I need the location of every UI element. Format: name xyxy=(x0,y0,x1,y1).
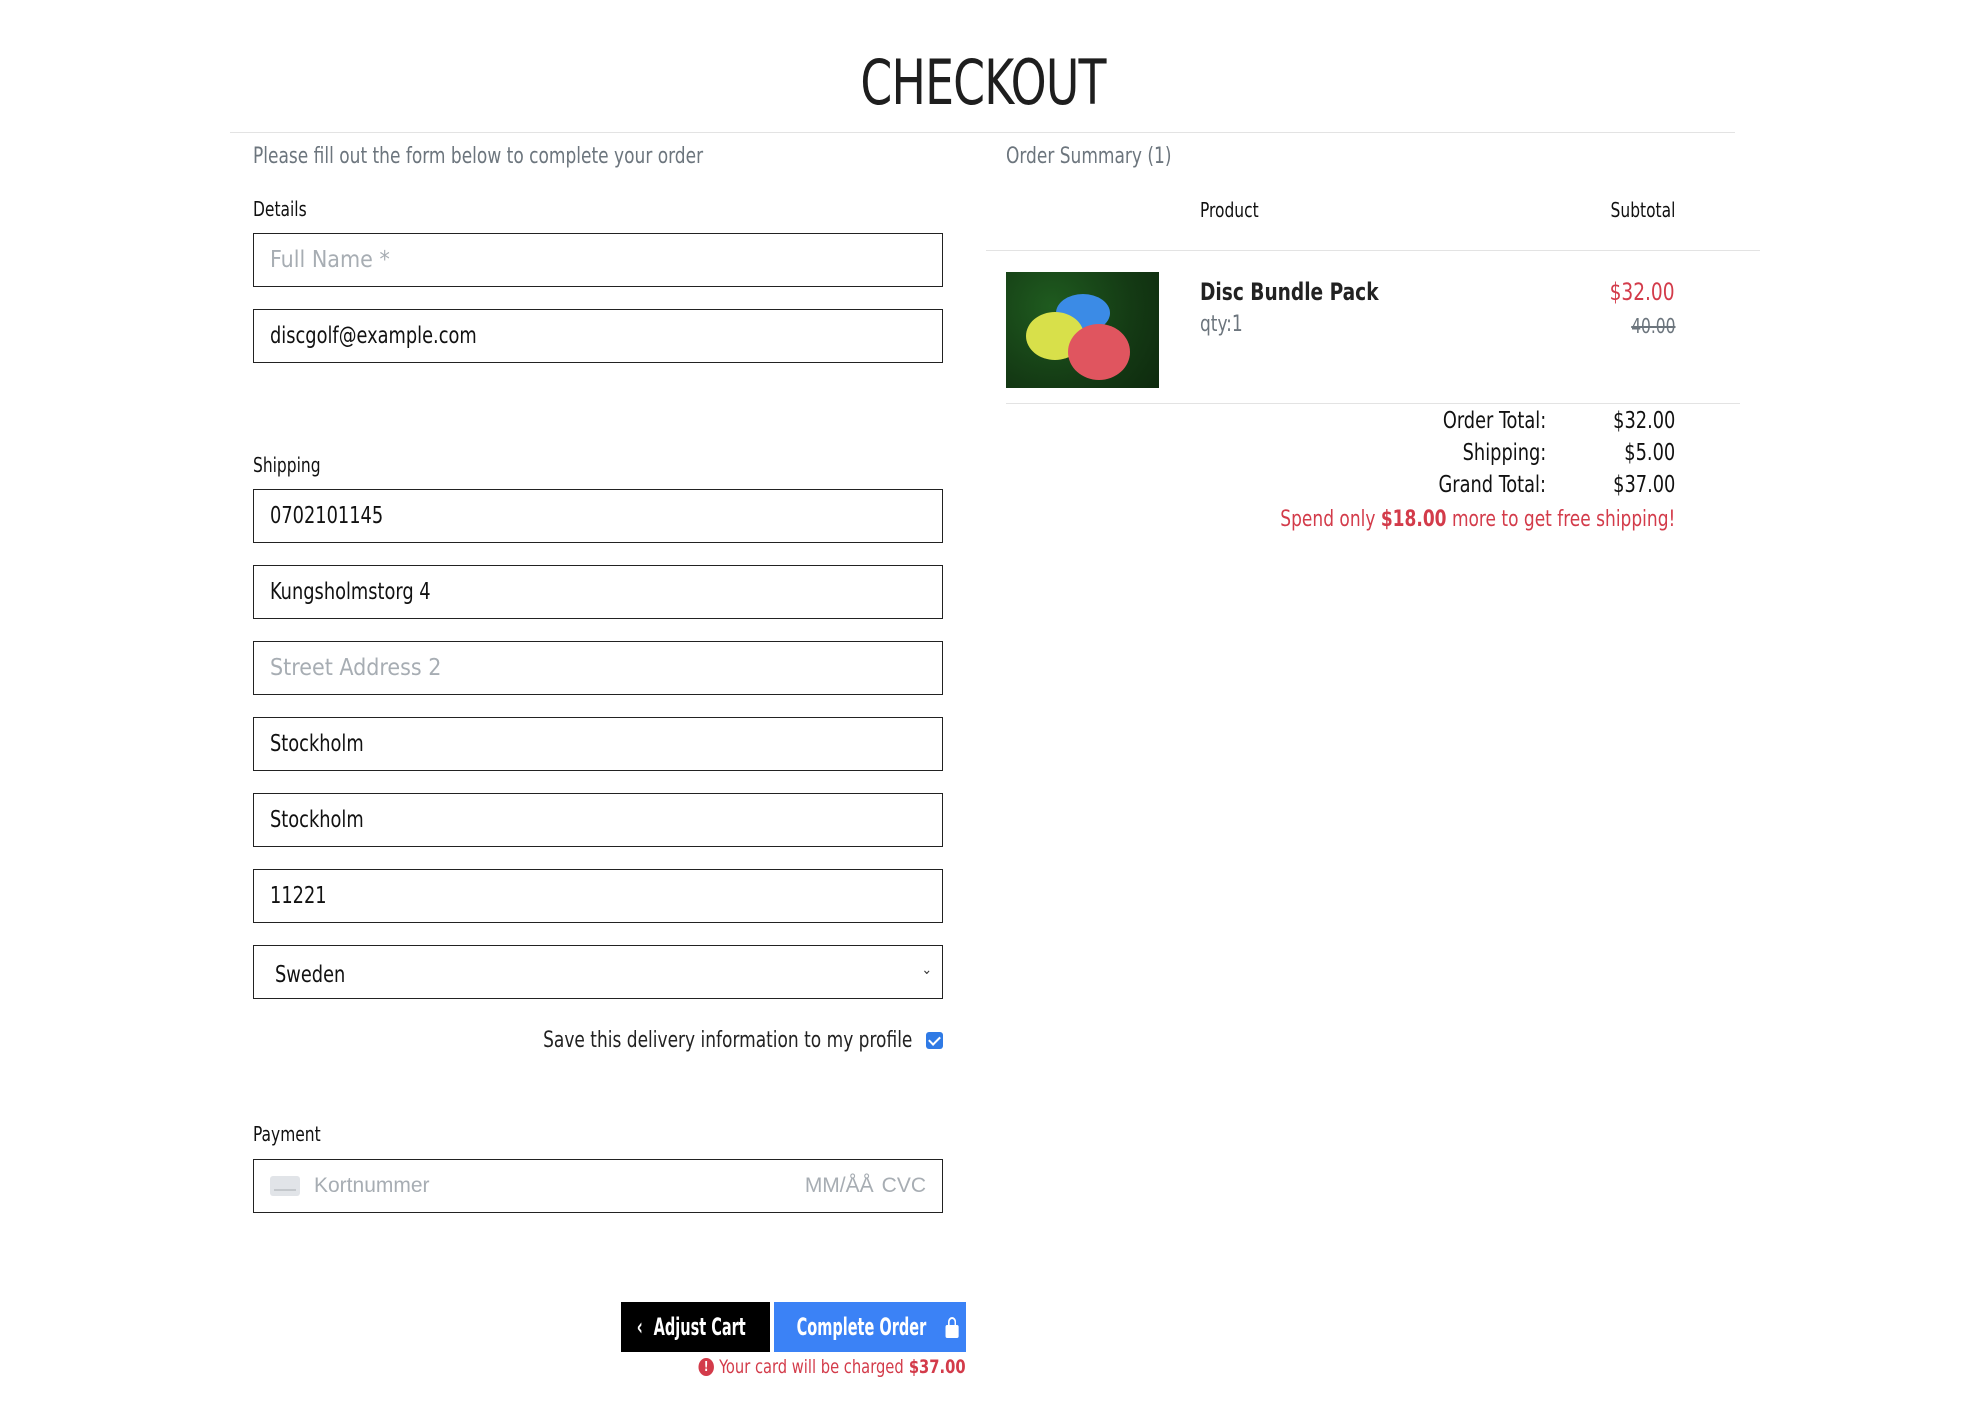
disc-red xyxy=(1068,324,1130,380)
charge-amount: $37.00 xyxy=(909,1356,966,1378)
email-value: discgolf@example.com xyxy=(270,323,477,349)
card-number-placeholder: Kortnummer xyxy=(314,1174,430,1197)
order-total-label: Order Total: xyxy=(1442,408,1546,434)
county-value: Stockholm xyxy=(270,807,364,833)
grand-total-label: Grand Total: xyxy=(1438,472,1546,498)
page-title: CHECKOUT xyxy=(860,46,1106,119)
product-image[interactable] xyxy=(1006,272,1159,388)
header-divider xyxy=(230,132,1735,133)
country-select[interactable]: Sweden ⌄ xyxy=(253,945,943,999)
adjust-cart-label: Adjust Cart xyxy=(653,1313,746,1341)
county-input[interactable]: Stockholm xyxy=(253,793,943,847)
details-label: Details xyxy=(253,197,307,221)
credit-card-icon xyxy=(270,1176,300,1196)
lock-icon xyxy=(945,1317,959,1338)
card-expiry-placeholder: MM/ÅÅ xyxy=(804,1174,874,1197)
order-summary-title: Order Summary (1) xyxy=(1006,144,1172,169)
chevron-down-icon: ⌄ xyxy=(921,962,932,978)
payment-label: Payment xyxy=(253,1122,321,1146)
product-name[interactable]: Disc Bundle Pack xyxy=(1200,278,1379,306)
product-column-header: Product xyxy=(1200,198,1259,222)
product-price: $32.00 xyxy=(1610,278,1675,306)
city-input[interactable]: Stockholm xyxy=(253,717,943,771)
shipping-cost-value: $5.00 xyxy=(1624,440,1675,466)
street-address-1-value: Kungsholmstorg 4 xyxy=(270,579,431,605)
order-total-value: $32.00 xyxy=(1612,408,1675,434)
charge-note: ! Your card will be charged $37.00 xyxy=(698,1356,966,1378)
alert-icon: ! xyxy=(698,1358,715,1376)
complete-order-label: Complete Order xyxy=(796,1313,926,1341)
product-qty: qty:1 xyxy=(1200,312,1243,337)
chevron-left-icon: ‹ xyxy=(636,1313,643,1341)
free-shipping-suffix: more to get free shipping! xyxy=(1451,507,1675,532)
charge-note-text: Your card will be charged xyxy=(719,1356,905,1378)
street-address-2-input[interactable] xyxy=(253,641,943,695)
full-name-input[interactable] xyxy=(253,233,943,287)
summary-items-divider xyxy=(1006,403,1740,404)
card-input[interactable]: Kortnummer MM/ÅÅ CVC xyxy=(253,1159,943,1213)
subtotal-column-header: Subtotal xyxy=(1610,198,1675,222)
postcode-input[interactable]: 11221 xyxy=(253,869,943,923)
product-old-price: 40.00 xyxy=(1630,314,1675,338)
form-intro: Please fill out the form below to comple… xyxy=(253,144,704,169)
complete-order-button[interactable]: Complete Order xyxy=(774,1302,966,1352)
phone-value: 0702101145 xyxy=(270,503,384,529)
country-value: Sweden xyxy=(275,962,346,988)
shipping-label: Shipping xyxy=(253,453,321,477)
save-info-checkbox[interactable] xyxy=(926,1031,943,1049)
grand-total-value: $37.00 xyxy=(1612,472,1675,498)
free-shipping-note: Spend only $18.00 more to get free shipp… xyxy=(1280,507,1675,532)
postcode-value: 11221 xyxy=(270,883,327,909)
save-info-label: Save this delivery information to my pro… xyxy=(542,1027,912,1053)
summary-header-divider xyxy=(986,250,1760,251)
free-shipping-amount: $18.00 xyxy=(1380,507,1447,532)
save-info-row: Save this delivery information to my pro… xyxy=(253,1026,943,1054)
street-address-1-input[interactable]: Kungsholmstorg 4 xyxy=(253,565,943,619)
phone-input[interactable]: 0702101145 xyxy=(253,489,943,543)
email-input[interactable]: discgolf@example.com xyxy=(253,309,943,363)
shipping-cost-label: Shipping: xyxy=(1462,440,1546,466)
city-value: Stockholm xyxy=(270,731,364,757)
card-cvc-placeholder: CVC xyxy=(881,1174,926,1197)
free-shipping-prefix: Spend only xyxy=(1279,507,1376,532)
adjust-cart-button[interactable]: ‹ Adjust Cart xyxy=(621,1302,770,1352)
